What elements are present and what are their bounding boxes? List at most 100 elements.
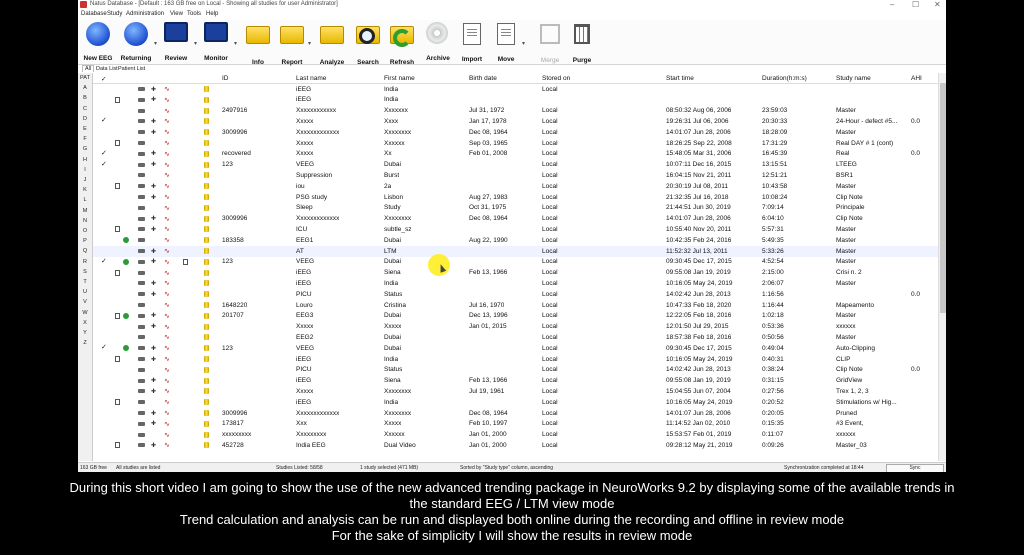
vertical-scrollbar[interactable]	[938, 73, 946, 461]
alpha-index-w[interactable]: W	[78, 310, 92, 316]
move-dropdown-icon[interactable]: ▾	[522, 40, 525, 47]
table-row[interactable]: ∿ iEEG Siena Feb 13, 1966 Local 09:55:08 Jan …	[93, 268, 938, 279]
tab-patient-list[interactable]: Patient List	[118, 66, 145, 72]
menu-administration[interactable]: Administration	[126, 11, 164, 17]
alpha-index-v[interactable]: V	[78, 299, 92, 305]
alpha-index-r[interactable]: R	[78, 259, 92, 265]
menu-database[interactable]: Database	[81, 11, 107, 17]
table-row[interactable]: ✓ ✚ ∿ Xxxxx Xxxx Jan 17, 1978 Local 19:26:31 Ju…	[93, 116, 938, 127]
col-last-name[interactable]: Last name	[296, 75, 326, 82]
close-button[interactable]: ✕	[934, 0, 941, 9]
table-row[interactable]: ∿ 1648220 Louro Cristina Jul 16, 1970 Local 10…	[93, 300, 938, 311]
alpha-index-pat[interactable]: PAT	[78, 75, 92, 81]
sync-button[interactable]: Sync	[886, 464, 944, 472]
col-ahi[interactable]: AHI	[911, 75, 922, 82]
alpha-index-m[interactable]: M	[78, 208, 92, 214]
table-row[interactable]: ∿ Xxxxx Xxxxxx Sep 03, 1965 Local 18:26:25 Se…	[93, 138, 938, 149]
alpha-index-y[interactable]: Y	[78, 330, 92, 336]
col-first-name[interactable]: First name	[384, 75, 415, 82]
alpha-index-j[interactable]: J	[78, 177, 92, 183]
col-start-time[interactable]: Start time	[666, 75, 694, 82]
alpha-index-x[interactable]: X	[78, 320, 92, 326]
table-row[interactable]: ∿ Sleep Study Oct 31, 1975 Local 21:44:51 Jun…	[93, 203, 938, 214]
table-row[interactable]: ✚ ∿ PSG study Lisbon Aug 27, 1983 Local 21:32:…	[93, 192, 938, 203]
table-row[interactable]: ∿ Suppression Burst Local 16:04:15 Nov 21, 2…	[93, 170, 938, 181]
alpha-index-u[interactable]: U	[78, 289, 92, 295]
table-row[interactable]: ✚ ∿ 201707 EEG3 Dubai Dec 13, 1996 Local 12:22:…	[93, 311, 938, 322]
table-row[interactable]: ∿ 2497916 Xxxxxxxxxxxx Xxxxxxx Jul 31, 1972 L…	[93, 106, 938, 117]
table-row[interactable]: ✚ ∿ iEEG India Local	[93, 84, 938, 95]
alpha-index-h[interactable]: H	[78, 157, 92, 163]
refresh-button[interactable]: Refresh	[382, 22, 422, 66]
table-row[interactable]: ✚ ∿ Xxxxx Xxxxxxxx Jul 19, 1961 Local 15:04:55…	[93, 386, 938, 397]
col-duration[interactable]: Duration(h:m:s)	[762, 75, 807, 82]
monitor-dropdown-icon[interactable]: ▾	[234, 40, 237, 47]
table-row[interactable]: ✓ ✚ ∿ 123 VEEG Dubai Local 09:30:45 Dec 17, 201…	[93, 343, 938, 354]
maximize-button[interactable]: ☐	[912, 0, 919, 9]
menu-study[interactable]: Study	[107, 11, 122, 17]
table-row[interactable]: ✚ ∿ iEEG India	[93, 95, 938, 106]
alpha-index-f[interactable]: F	[78, 136, 92, 142]
move-button[interactable]: Move	[486, 22, 526, 63]
purge-button[interactable]: Purge	[562, 22, 602, 64]
annotation-icon: ✚	[151, 313, 157, 320]
report-dropdown-icon[interactable]: ▾	[308, 40, 311, 47]
alpha-index-o[interactable]: O	[78, 228, 92, 234]
col-id[interactable]: ID	[222, 75, 229, 82]
new-eeg-button[interactable]: New EEG	[78, 22, 118, 62]
table-row[interactable]: ✚ ∿ iEEG India Local 10:16:05 May 24, 2019 0:4…	[93, 354, 938, 365]
alpha-index-t[interactable]: T	[78, 279, 92, 285]
alpha-index-s[interactable]: S	[78, 269, 92, 275]
table-row[interactable]: ✚ ∿ AT LTM Local 11:52:32 Jul 13, 2011 5:33:26…	[93, 246, 938, 257]
table-row[interactable]: ✚ ∿ iEEG India Local 10:16:05 May 24, 2019 2:0…	[93, 278, 938, 289]
col-check[interactable]: ✓	[101, 75, 106, 83]
menu-view[interactable]: View	[170, 11, 183, 17]
alpha-index-n[interactable]: N	[78, 218, 92, 224]
table-row[interactable]: ✓ ✚ ∿ 123 VEEG Dubai Local 09:30:45 Dec 17, 201…	[93, 257, 938, 268]
table-row[interactable]: ✚ ∿ Xxxxx Xxxxx Jan 01, 2015 Local 12:01:50 Ju…	[93, 322, 938, 333]
table-row[interactable]: ✚ ∿ 452728 India EEG Dual Video Jan 01, 2000 L…	[93, 440, 938, 451]
table-row[interactable]: ✚ ∿ PICU Status Local 14:02:42 Jun 28, 2013 1:…	[93, 289, 938, 300]
alpha-index-g[interactable]: G	[78, 146, 92, 152]
table-row[interactable]: ∿ EEG2 Dubai Local 18:57:38 Feb 18, 2016 0:50…	[93, 332, 938, 343]
analyze-button[interactable]: Analyze	[312, 22, 352, 66]
alpha-index-z[interactable]: Z	[78, 340, 92, 346]
cell-start-time: 12:22:05 Feb 18, 2016	[666, 312, 732, 320]
table-row[interactable]: ✓ ✚ ∿ 123 VEEG Dubai Local 10:07:11 Dec 16, 201…	[93, 160, 938, 171]
alpha-index-k[interactable]: K	[78, 187, 92, 193]
alpha-index-a[interactable]: A	[78, 85, 92, 91]
alpha-index-l[interactable]: L	[78, 197, 92, 203]
table-row[interactable]: ✓ ✚ ∿ recovered Xxxxx Xx Feb 01, 2008 Local 15:4…	[93, 149, 938, 160]
col-stored-on[interactable]: Stored on	[542, 75, 570, 82]
review-button[interactable]: Review	[156, 22, 196, 62]
monitor-button[interactable]: Monitor	[196, 22, 236, 62]
tab-data-list[interactable]: Data List	[96, 66, 118, 72]
minimize-button[interactable]: –	[890, 0, 894, 9]
report-button[interactable]: Report	[272, 22, 312, 66]
alpha-index-c[interactable]: C	[78, 106, 92, 112]
alpha-index-e[interactable]: E	[78, 126, 92, 132]
alpha-index-p[interactable]: P	[78, 238, 92, 244]
tab-all[interactable]: All	[82, 65, 95, 72]
table-row[interactable]: ✚ ∿ 3009996 Xxxxxxxxxxxxx Xxxxxxxx Dec 08, 19…	[93, 408, 938, 419]
table-row[interactable]: ∿ iEEG India Local 10:16:05 May 24, 2019 0:20…	[93, 397, 938, 408]
returning-button[interactable]: Returning	[116, 22, 156, 62]
alpha-index-i[interactable]: I	[78, 167, 92, 173]
menu-help[interactable]: Help	[206, 11, 218, 17]
table-row[interactable]: ✚ ∿ 3009996 Xxxxxxxxxxxxx Xxxxxxxx Dec 08, 19…	[93, 214, 938, 225]
table-row[interactable]: ∿ xxxxxxxxx Xxxxxxxxx Xxxxxx Jan 01, 2000 Loc…	[93, 430, 938, 441]
table-row[interactable]: ✚ ∿ 173817 Xxx Xxxxx Feb 10, 1997 Local 11:14:5…	[93, 419, 938, 430]
table-row[interactable]: ✚ ∿ iou 2a Local 20:30:19 Jul 08, 2011 10:43:5…	[93, 181, 938, 192]
alpha-index-d[interactable]: D	[78, 116, 92, 122]
table-row[interactable]: ∿ PICU Status Local 14:02:42 Jun 28, 2013 0:3…	[93, 365, 938, 376]
scrollbar-thumb[interactable]	[940, 83, 946, 313]
col-birth-date[interactable]: Birth date	[469, 75, 497, 82]
col-study-name[interactable]: Study name	[836, 75, 871, 82]
table-row[interactable]: ✚ ∿ 3009996 Xxxxxxxxxxxxx Xxxxxxxx Dec 08, 19…	[93, 127, 938, 138]
menu-tools[interactable]: Tools	[187, 11, 201, 17]
table-row[interactable]: ∿ 183358 EEG1 Dubai Aug 22, 1990 Local 10:42:3…	[93, 235, 938, 246]
alpha-index-q[interactable]: Q	[78, 248, 92, 254]
table-row[interactable]: ✚ ∿ ICU subtle_sz Local 10:55:40 Nov 20, 2011…	[93, 224, 938, 235]
alpha-index-b[interactable]: B	[78, 95, 92, 101]
table-row[interactable]: ✚ ∿ iEEG Siena Feb 13, 1966 Local 09:55:08 Jan…	[93, 376, 938, 387]
